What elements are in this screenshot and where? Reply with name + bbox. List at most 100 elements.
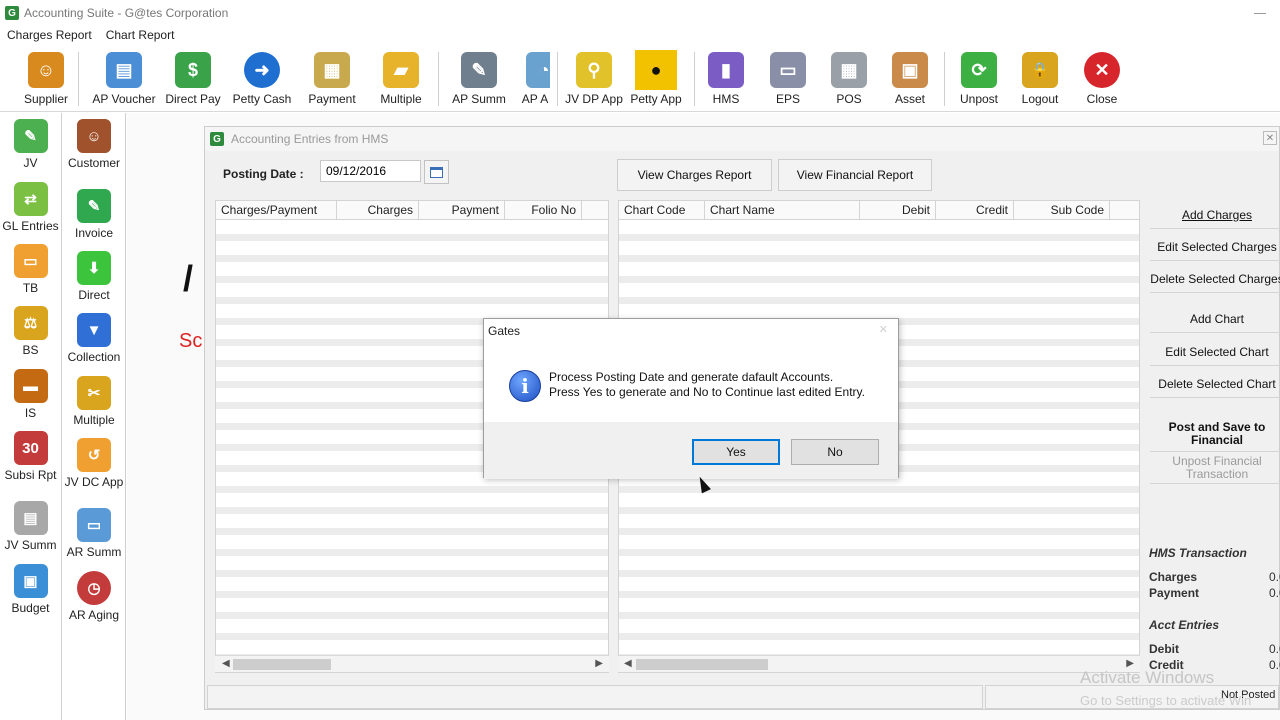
close-circle-icon: ✕	[1084, 52, 1120, 88]
background-logo-fragment: /	[183, 258, 194, 299]
toolbar-close-button[interactable]: ✕ Close	[1080, 46, 1124, 112]
sidebar-item-ar-summ[interactable]: ▭ AR Summ	[62, 508, 126, 559]
sidebar-item-label: Customer	[67, 156, 120, 170]
toolbar-eps-button[interactable]: ▭ EPS	[767, 46, 809, 112]
delete-selected-chart-button[interactable]: Delete Selected Chart	[1150, 370, 1280, 398]
sidebar-item-budget[interactable]: ▣ Budget	[0, 564, 61, 615]
toolbar-label: HMS	[712, 92, 740, 106]
sidebar-item-label: JV DC App	[64, 475, 124, 489]
post-and-save-button[interactable]: Post and Save to Financial	[1150, 416, 1280, 452]
arrow-down-icon: ⬇	[77, 251, 111, 285]
main-toolbar: ☺ Supplier ▤ AP Voucher $ Direct Pay ➜ P…	[0, 46, 1280, 112]
calendar-button[interactable]	[424, 160, 449, 184]
charges-grid-hscrollbar[interactable]: ◀ ▶	[215, 655, 609, 672]
toolbar-pos-button[interactable]: ▦ POS	[828, 46, 870, 112]
scrollbar-thumb[interactable]	[233, 659, 331, 670]
menu-charges-report[interactable]: Charges Report	[0, 26, 99, 44]
toolbar-label: AP Voucher	[92, 92, 156, 106]
delete-selected-charges-button[interactable]: Delete Selected Charges	[1150, 265, 1280, 293]
sidebar-item-label: Budget	[11, 601, 50, 615]
payment-total-label: Payment	[1149, 586, 1200, 600]
add-chart-button[interactable]: Add Chart	[1150, 305, 1280, 333]
toolbar-separator	[78, 52, 79, 106]
sidebar-item-direct[interactable]: ⬇ Direct	[62, 251, 126, 302]
toolbar-ap-a-button[interactable]: ◔ AP A	[520, 46, 550, 112]
refresh-icon: ⟳	[961, 52, 997, 88]
no-button[interactable]: No	[791, 439, 879, 465]
minimize-button[interactable]	[1254, 4, 1266, 14]
toolbar-petty-cash-button[interactable]: ➜ Petty Cash	[232, 46, 292, 112]
toolbar-logout-button[interactable]: 🔒 Logout	[1016, 46, 1064, 112]
unpost-financial-button[interactable]: Unpost Financial Transaction	[1150, 452, 1280, 484]
sidebar-item-jv[interactable]: ✎ JV	[0, 119, 61, 170]
sidebar-item-collection[interactable]: ▼ Collection	[62, 313, 126, 364]
menu-bar: Charges Report Chart Report	[0, 26, 181, 44]
clipboard-list-icon: ▤	[13, 501, 48, 535]
scissors-icon: ✂	[77, 376, 111, 410]
edit-selected-chart-button[interactable]: Edit Selected Chart	[1150, 338, 1280, 366]
grid-header: Chart Code Chart Name Debit Credit Sub C…	[619, 201, 1139, 220]
menu-chart-report[interactable]: Chart Report	[99, 26, 182, 44]
column-header-charges[interactable]: Charges	[337, 201, 419, 220]
dialog-message: Process Posting Date and generate dafaul…	[549, 370, 865, 400]
briefcase-icon: ▬	[13, 369, 48, 403]
column-header-payment[interactable]: Payment	[419, 201, 505, 220]
scroll-icon: ▭	[13, 244, 48, 278]
app-icon: G	[5, 6, 19, 20]
column-header-folio-no[interactable]: Folio No	[505, 201, 582, 220]
toolbar-label: Asset	[894, 92, 925, 106]
sidebar-item-jv-dc-app[interactable]: ↺ JV DC App	[62, 438, 126, 489]
view-charges-report-button[interactable]: View Charges Report	[617, 159, 772, 191]
toolbar-jv-dp-app-button[interactable]: ⚲ JV DP App	[564, 46, 624, 112]
sidebar-item-jv-summ[interactable]: ▤ JV Summ	[0, 501, 61, 552]
sidebar-item-ar-aging[interactable]: ◷ AR Aging	[62, 571, 126, 622]
sidebar-item-tb[interactable]: ▭ TB	[0, 244, 61, 295]
close-icon[interactable]: ✕	[879, 323, 888, 336]
cash-icon: $	[175, 52, 211, 88]
column-header-debit[interactable]: Debit	[860, 201, 936, 220]
lock-icon: 🔒	[1022, 52, 1058, 88]
toolbar-payment-button[interactable]: ▦ Payment	[304, 46, 360, 112]
column-header-sub-code[interactable]: Sub Code	[1014, 201, 1110, 220]
column-header-charges-payment[interactable]: Charges/Payment	[216, 201, 337, 220]
toolbar-unpost-button[interactable]: ⟳ Unpost	[956, 46, 1002, 112]
toolbar-supplier-button[interactable]: ☺ Supplier	[22, 46, 70, 112]
posting-date-field[interactable]	[320, 160, 421, 182]
column-header-credit[interactable]: Credit	[936, 201, 1014, 220]
sidebar-item-gl-entries[interactable]: ⇄ GL Entries	[0, 182, 61, 233]
toolbar-multiple-button[interactable]: ▰ Multiple	[376, 46, 426, 112]
app-icon: G	[210, 132, 224, 146]
close-icon[interactable]: ✕	[1263, 131, 1277, 145]
view-financial-report-button[interactable]: View Financial Report	[778, 159, 932, 191]
toolbar-petty-app-button[interactable]: ● Petty App	[628, 46, 684, 112]
toolbar-ap-voucher-button[interactable]: ▤ AP Voucher	[90, 46, 158, 112]
column-header-chart-code[interactable]: Chart Code	[619, 201, 705, 220]
sidebar-item-subsi-rpt[interactable]: 30 Subsi Rpt	[0, 431, 61, 482]
toolbar-hms-button[interactable]: ▮ HMS	[705, 46, 747, 112]
cards-icon: ▭	[770, 52, 806, 88]
chart-grid-hscrollbar[interactable]: ◀ ▶	[618, 655, 1140, 672]
scroll-left-icon[interactable]: ◀	[624, 658, 632, 669]
toolbar-asset-button[interactable]: ▣ Asset	[889, 46, 931, 112]
sidebar-item-invoice[interactable]: ✎ Invoice	[62, 189, 126, 240]
sidebar-item-label: AR Summ	[66, 545, 122, 559]
sidebar-item-label: Collection	[67, 350, 121, 364]
window-titlebar: G Accounting Suite - G@tes Corporation	[0, 0, 1280, 26]
sidebar-item-label: Invoice	[74, 226, 114, 240]
sidebar-item-is[interactable]: ▬ IS	[0, 369, 61, 420]
toolbar-direct-pay-button[interactable]: $ Direct Pay	[164, 46, 222, 112]
toolbar-label: EPS	[775, 92, 800, 106]
sidebar-item-multiple[interactable]: ✂ Multiple	[62, 376, 126, 427]
scrollbar-thumb[interactable]	[636, 659, 768, 670]
add-charges-button[interactable]: Add Charges	[1150, 201, 1280, 229]
scroll-right-icon[interactable]: ▶	[595, 658, 603, 669]
sidebar-item-customer[interactable]: ☺ Customer	[62, 119, 126, 170]
scroll-left-icon[interactable]: ◀	[222, 658, 230, 669]
toolbar-ap-summ-button[interactable]: ✎ AP Summ	[450, 46, 508, 112]
column-header-chart-name[interactable]: Chart Name	[705, 201, 860, 220]
yes-button[interactable]: Yes	[692, 439, 780, 465]
arrow-right-icon: ➜	[244, 52, 280, 88]
sidebar-item-bs[interactable]: ⚖ BS	[0, 306, 61, 357]
calculator-icon: ▦	[831, 52, 867, 88]
edit-selected-charges-button[interactable]: Edit Selected Charges	[1150, 233, 1280, 261]
